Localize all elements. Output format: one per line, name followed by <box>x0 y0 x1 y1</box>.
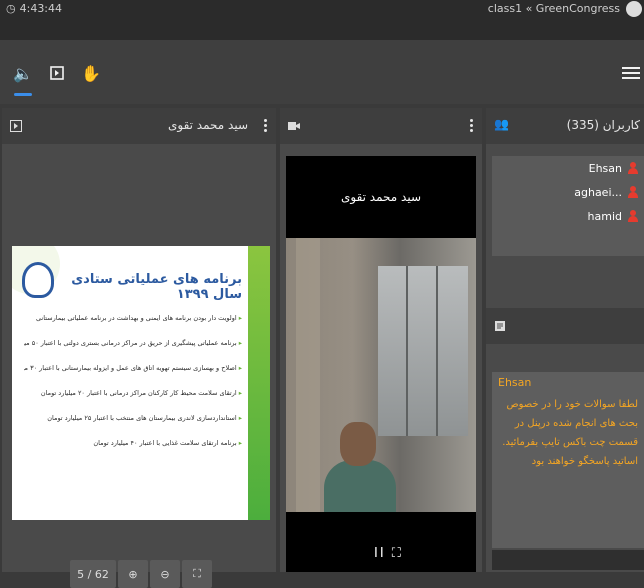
presenter-name: سید محمد تقوی <box>167 118 248 132</box>
organization-logo <box>22 262 54 298</box>
users-title: کاربران (335) <box>566 118 640 132</box>
side-panel: 👥 کاربران (335) Ehsan aghaei... hamid Eh… <box>486 108 644 572</box>
slide-bullet: برنامه ارتقای سلامت غذایی با اعتبار ۴۰ م… <box>24 439 242 447</box>
chat-messages: Ehsan لطفا سوالات خود را در خصوص بحث های… <box>492 372 644 548</box>
slide-bullet: استانداردسازی لاندری بیمارستان های منتخب… <box>24 414 242 422</box>
chat-icon <box>495 321 505 331</box>
users-header: 👥 کاربران (335) <box>486 108 644 144</box>
zoom-out-icon[interactable]: ⊖ <box>150 560 180 588</box>
video-window <box>378 266 468 436</box>
slide-icon[interactable] <box>46 62 68 84</box>
kebab-menu-icon[interactable] <box>264 117 268 134</box>
slide-accent-bar <box>248 246 270 520</box>
active-indicator <box>14 93 32 96</box>
chat-sender: Ehsan <box>498 376 532 389</box>
presenter-video <box>324 422 396 512</box>
user-icon <box>628 186 638 198</box>
pause-fullscreen-controls[interactable]: II ⛶ <box>374 546 403 561</box>
video-presenter-name: سید محمد تقوی <box>286 156 476 238</box>
presentation-header: سید محمد تقوی <box>2 108 276 144</box>
camera-icon <box>288 122 300 130</box>
session-clock: ◷ 4:43:44 <box>6 2 62 15</box>
kebab-menu-icon[interactable] <box>470 117 474 134</box>
clock-icon: ◷ <box>6 2 16 15</box>
chat-header <box>486 308 644 344</box>
fullscreen-icon[interactable]: ⛶ <box>182 560 212 588</box>
presentation-panel: سید محمد تقوی برنامه های عملیاتی ستادی س… <box>2 108 276 588</box>
user-item[interactable]: aghaei... <box>492 180 644 204</box>
hamburger-menu-icon[interactable] <box>622 64 640 82</box>
window-titlebar: ◷ 4:43:44 class1 « GreenCongress <box>0 0 644 40</box>
presentation-icon <box>10 120 22 132</box>
user-icon <box>628 162 638 174</box>
chat-panel: Ehsan لطفا سوالات خود را در خصوص بحث های… <box>486 308 644 572</box>
app-logo-icon <box>626 1 642 17</box>
slide-bullet: برنامه عملیاتی پیشگیری از حریق در مراکز … <box>24 339 242 347</box>
main-toolbar: 🔈 ✋ <box>0 40 644 104</box>
video-panel: سید محمد تقوی II ⛶ <box>280 108 482 572</box>
user-item[interactable]: Ehsan <box>492 156 644 180</box>
slide-bullet: ارتقای سلامت محیط کار کارکنان مراکز درما… <box>24 389 242 397</box>
page-indicator[interactable]: 5 / 62 <box>70 560 116 588</box>
clock-text: 4:43:44 <box>19 2 63 15</box>
video-controls: II ⛶ <box>286 512 476 572</box>
zoom-in-icon[interactable]: ⊕ <box>118 560 148 588</box>
speaker-icon[interactable]: 🔈 <box>12 62 34 84</box>
chat-message: لطفا سوالات خود را در خصوص بحث های انجام… <box>502 399 638 467</box>
video-header <box>280 108 482 144</box>
hand-raise-icon[interactable]: ✋ <box>80 62 102 84</box>
slide-pager: 5 / 62 ⊕ ⊖ ⛶ <box>70 560 212 588</box>
slide-bullet-list: اولویت دار بودن برنامه های ایمنی و بهداش… <box>24 314 242 464</box>
slide-bullet: اصلاح و بهسازی سیستم تهویه اتاق های عمل … <box>24 364 242 372</box>
chat-input-bar[interactable] <box>492 550 644 570</box>
users-icon: 👥 <box>494 117 509 131</box>
app-title: class1 « GreenCongress <box>487 2 620 15</box>
slide-title: برنامه های عملیاتی ستادی سال ۱۳۹۹ <box>71 272 242 302</box>
video-feed[interactable] <box>286 238 476 512</box>
slide-bullet: اولویت دار بودن برنامه های ایمنی و بهداش… <box>24 314 242 322</box>
user-item[interactable]: hamid <box>492 204 644 228</box>
user-icon <box>628 210 638 222</box>
slide-view: برنامه های عملیاتی ستادی سال ۱۳۹۹ اولویت… <box>12 246 270 520</box>
user-list: Ehsan aghaei... hamid <box>492 156 644 256</box>
